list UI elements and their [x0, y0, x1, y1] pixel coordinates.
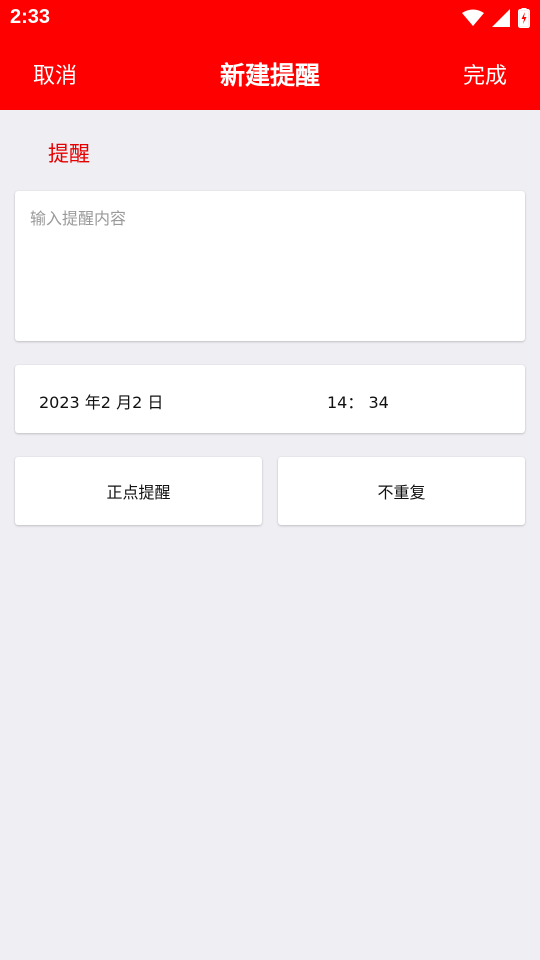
content-card — [15, 191, 525, 341]
repeat-label: 不重复 — [377, 483, 426, 502]
status-time: 2:33 — [10, 6, 51, 28]
page-title: 新建提醒 — [219, 61, 320, 90]
date-picker[interactable]: 2023 年2 月2 日 — [39, 389, 163, 413]
signal-icon — [492, 9, 510, 27]
time-picker[interactable]: 14： 34 — [327, 389, 389, 413]
battery-charging-icon — [518, 8, 530, 28]
done-button[interactable]: 完成 — [463, 58, 507, 90]
reminder-content-input[interactable] — [15, 191, 525, 341]
wifi-icon — [462, 9, 484, 27]
status-icons — [462, 8, 530, 28]
remind-type-button[interactable]: 正点提醒 — [15, 457, 262, 525]
app-bar: 取消 新建提醒 完成 — [0, 36, 540, 110]
section-label: 提醒 — [48, 142, 90, 166]
remind-type-label: 正点提醒 — [106, 483, 171, 502]
datetime-card: 2023 年2 月2 日 14： 34 — [15, 365, 525, 433]
repeat-button[interactable]: 不重复 — [278, 457, 525, 525]
status-bar: 2:33 — [0, 0, 540, 36]
